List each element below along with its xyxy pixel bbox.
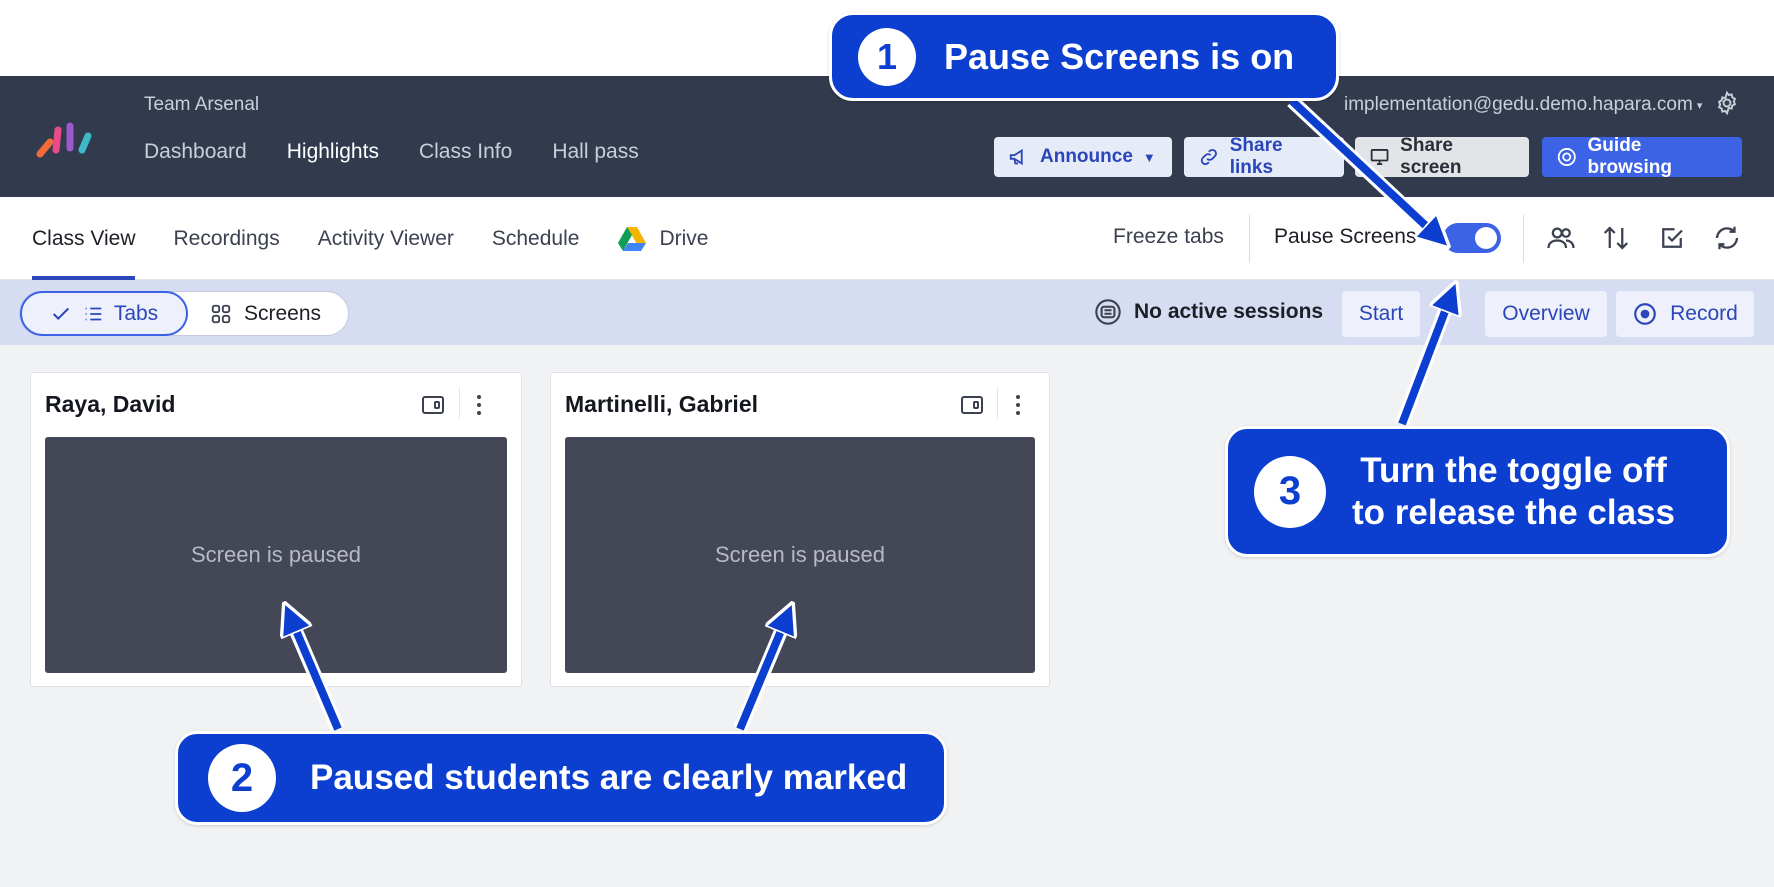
chevron-down-icon: ▾ [1696, 99, 1703, 112]
screens-view-button[interactable]: Screens [210, 292, 321, 335]
callout-3: 3 Turn the toggle off to release the cla… [1225, 426, 1730, 557]
nav-highlights[interactable]: Highlights [287, 140, 379, 164]
tabs-view-label: Tabs [113, 301, 159, 325]
callout-text: Turn the toggle off to release the class [1352, 450, 1675, 534]
sub-nav: Class View Recordings Activity Viewer Sc… [0, 197, 1774, 280]
tab-class-view[interactable]: Class View [32, 197, 136, 280]
tab-activity-viewer-label: Activity Viewer [317, 226, 454, 250]
announce-label: Announce [1040, 146, 1133, 167]
account-email: implementation@gedu.demo.hapara.com [1344, 94, 1693, 115]
team-name: Team Arsenal [144, 94, 260, 115]
callout-1: 1 Pause Screens is on [829, 12, 1339, 101]
megaphone-icon [1009, 148, 1023, 166]
callout-number: 1 [858, 27, 916, 86]
hapara-logo [36, 122, 92, 158]
callout-text: Paused students are clearly marked [310, 758, 908, 797]
caret-down-icon: ▼ [1142, 149, 1156, 165]
more-options-icon[interactable] [469, 391, 489, 419]
share-screen-label: Share screen [1400, 135, 1462, 178]
nav-dashboard[interactable]: Dashboard [144, 140, 247, 164]
tab-schedule[interactable]: Schedule [492, 197, 580, 280]
monitor-icon [1370, 149, 1389, 165]
guide-browsing-button[interactable]: Guide browsing [1542, 135, 1742, 178]
student-device-icon[interactable] [421, 393, 445, 417]
callout-number: 3 [1254, 455, 1326, 528]
view-tabs: Class View Recordings Activity Viewer Sc… [32, 197, 708, 280]
grid-icon [211, 304, 231, 323]
overview-button[interactable]: Overview [1485, 291, 1607, 337]
guide-browsing-label: Guide browsing [1587, 135, 1672, 178]
divider [459, 387, 460, 419]
divider [997, 387, 998, 419]
nav-hall-pass[interactable]: Hall pass [552, 140, 638, 164]
record-label: Record [1670, 302, 1738, 325]
tab-drive[interactable]: Drive [617, 197, 708, 280]
student-name: Martinelli, Gabriel [565, 391, 758, 417]
tab-recordings-label: Recordings [173, 226, 280, 250]
student-card: Raya, David Screen is paused [30, 372, 522, 687]
divider [1249, 215, 1250, 263]
tab-class-view-label: Class View [32, 226, 136, 250]
callout-text-line: Turn the toggle off [1360, 450, 1667, 490]
google-drive-icon [618, 226, 647, 251]
pause-screens-label: Pause Screens [1274, 225, 1417, 248]
gear-icon[interactable] [1714, 90, 1740, 116]
tab-drive-label: Drive [659, 226, 709, 250]
freeze-tabs-button[interactable]: Freeze tabs [1113, 225, 1224, 249]
sessions-status: No active sessions [1094, 298, 1323, 326]
paused-screen: Screen is paused [45, 437, 507, 673]
announce-button[interactable]: Announce ▼ [994, 137, 1172, 177]
callout-number: 2 [208, 744, 276, 812]
pause-screens-toggle[interactable] [1443, 223, 1501, 253]
account-menu[interactable]: implementation@gedu.demo.hapara.com ▾ [1344, 94, 1702, 116]
toggle-knob [1475, 227, 1497, 249]
tab-activity-viewer[interactable]: Activity Viewer [318, 197, 454, 280]
callout-text-line: to release the class [1352, 492, 1675, 532]
link-icon [1200, 148, 1217, 166]
view-toggle: Tabs Screens [19, 291, 349, 336]
callout-2: 2 Paused students are clearly marked [175, 731, 947, 825]
refresh-icon[interactable] [1712, 223, 1742, 253]
screens-view-label: Screens [244, 301, 322, 325]
tab-recordings[interactable]: Recordings [173, 197, 279, 280]
sort-icon[interactable] [1601, 223, 1631, 253]
record-button[interactable]: Record [1616, 291, 1754, 337]
paused-screen: Screen is paused [565, 437, 1035, 673]
share-screen-button[interactable]: Share screen [1355, 135, 1529, 178]
select-icon[interactable] [1657, 223, 1687, 253]
start-button[interactable]: Start [1342, 291, 1420, 337]
share-links-label: Share links [1229, 135, 1283, 178]
divider [1523, 215, 1524, 263]
student-device-icon[interactable] [960, 393, 984, 417]
sessions-icon [1095, 299, 1121, 325]
student-name: Raya, David [45, 391, 176, 417]
check-icon [52, 307, 69, 320]
student-card: Martinelli, Gabriel Screen is paused [550, 372, 1050, 687]
tab-schedule-label: Schedule [491, 226, 580, 250]
list-icon [85, 307, 102, 320]
main-nav: Dashboard Highlights Class Info Hall pas… [144, 140, 639, 164]
record-icon [1634, 303, 1656, 325]
sessions-label: No active sessions [1134, 300, 1324, 323]
class-toolbar: Tabs Screens No active sessions Start Ov… [0, 280, 1774, 345]
users-icon[interactable] [1546, 223, 1576, 253]
target-icon [1557, 148, 1576, 166]
nav-class-info[interactable]: Class Info [419, 140, 512, 164]
callout-text: Pause Screens is on [944, 35, 1295, 77]
tabs-view-button[interactable]: Tabs [20, 291, 188, 336]
more-options-icon[interactable] [1008, 391, 1028, 419]
share-links-button[interactable]: Share links [1184, 135, 1344, 178]
